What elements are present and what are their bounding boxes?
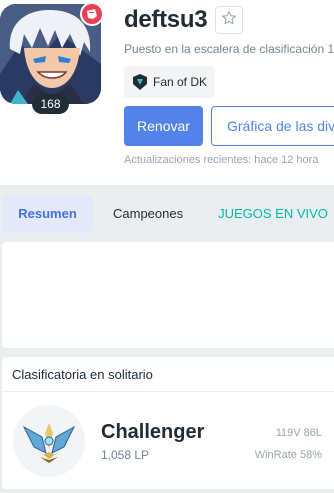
fan-tag[interactable]: Fan of DK (124, 66, 216, 98)
dk-team-logo-icon (133, 74, 147, 90)
favorite-button[interactable] (215, 6, 243, 34)
level-badge: 168 (32, 94, 69, 114)
riot-fist-icon (80, 2, 104, 26)
tier-name: Challenger (101, 421, 205, 443)
fan-tag-label: Fan of DK (153, 75, 208, 89)
profile-header: 168 deftsu3 Puesto en la escalera de cla… (0, 0, 334, 185)
tab-summary[interactable]: Resumen (2, 195, 93, 232)
last-updated: Actualizaciones recientes: hace 12 hora (124, 154, 319, 166)
win-rate: WinRate 58% (254, 449, 322, 461)
empty-card (2, 242, 334, 348)
tab-champions[interactable]: Campeones (113, 196, 183, 232)
star-outline-icon (221, 10, 237, 31)
tier-graph-button[interactable]: Gráfica de las divi (211, 106, 334, 146)
ladder-rank: Puesto en la escalera de clasificación 1 (124, 42, 334, 56)
tab-live-game[interactable]: JUEGOS EN VIVO (218, 196, 328, 232)
nav-tabs: Resumen Campeones JUEGOS EN VIVO (0, 194, 334, 233)
ranked-card-title: Clasificatoria en solitario (2, 357, 334, 392)
renew-button[interactable]: Renovar (124, 106, 203, 146)
league-points: 1,058 LP (101, 448, 150, 462)
summoner-name: deftsu3 (124, 6, 208, 33)
win-loss: 119V 86L (275, 427, 322, 439)
challenger-emblem-icon (13, 405, 85, 477)
solo-ranked-card: Clasificatoria en solitario Challenger 1… (2, 357, 334, 489)
